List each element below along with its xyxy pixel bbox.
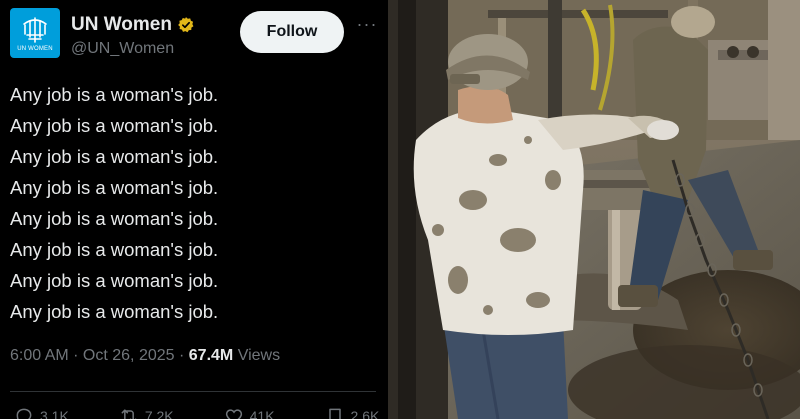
bookmark-count: 2.6K	[350, 408, 380, 419]
follow-button[interactable]: Follow	[240, 11, 344, 53]
tweet-text-line: Any job is a woman's job.	[10, 270, 219, 291]
author-handle[interactable]: @UN_Women	[71, 40, 174, 58]
tweet-date[interactable]: Oct 26, 2025	[83, 347, 175, 364]
more-options-icon[interactable]: ···	[355, 15, 379, 40]
avatar[interactable]: UN WOMEN	[10, 8, 60, 58]
tweet-text-line: Any job is a woman's job.	[10, 177, 219, 198]
tweet-header: UN WOMEN UN Women @UN_Women Follow ···	[10, 8, 380, 62]
photo-illustration	[388, 0, 800, 419]
tweet-text-line: Any job is a woman's job.	[10, 208, 219, 229]
tweet-text-line: Any job is a woman's job.	[10, 146, 219, 167]
meta-separator: ·	[68, 347, 83, 364]
un-women-logo-icon	[23, 16, 47, 43]
avatar-label: UN WOMEN	[17, 45, 53, 52]
oil-rig-worker-photo	[388, 0, 800, 419]
tweet-text-line: Any job is a woman's job.	[10, 84, 219, 105]
reply-icon	[16, 408, 32, 419]
name-row: UN Women	[71, 14, 195, 36]
bookmark-button[interactable]: 2.6K	[325, 404, 380, 419]
repost-button[interactable]: 7.2K	[119, 404, 174, 419]
repost-icon	[121, 409, 137, 419]
tweet-text-line: Any job is a woman's job.	[10, 301, 219, 322]
tweet-text-line: Any job is a woman's job.	[10, 239, 219, 260]
like-button[interactable]: 41K	[224, 404, 275, 419]
reply-count: 3.1K	[40, 408, 69, 419]
tweet-actions: 3.1K 7.2K 41K 2.6K	[14, 404, 379, 419]
reply-button[interactable]: 3.1K	[14, 404, 69, 419]
like-count: 41K	[249, 408, 275, 419]
tweet-time[interactable]: 6:00 AM	[10, 347, 69, 364]
like-icon	[225, 409, 242, 419]
divider	[10, 391, 376, 392]
repost-count: 7.2K	[144, 408, 174, 419]
verified-badge-icon	[178, 17, 194, 33]
bookmark-icon	[328, 408, 341, 419]
tweet-text: Any job is a woman's job. Any job is a w…	[10, 79, 380, 327]
meta-separator: ·	[174, 347, 189, 364]
views-label: Views	[237, 347, 281, 364]
tweet-meta: 6:00 AM · Oct 26, 2025 · 67.4M Views	[10, 347, 280, 365]
tweet-text-line: Any job is a woman's job.	[10, 115, 219, 136]
tweet-card: UN WOMEN UN Women @UN_Women Follow ··· A…	[0, 0, 388, 419]
author-name[interactable]: UN Women	[71, 14, 172, 36]
views-count: 67.4M	[188, 347, 234, 364]
